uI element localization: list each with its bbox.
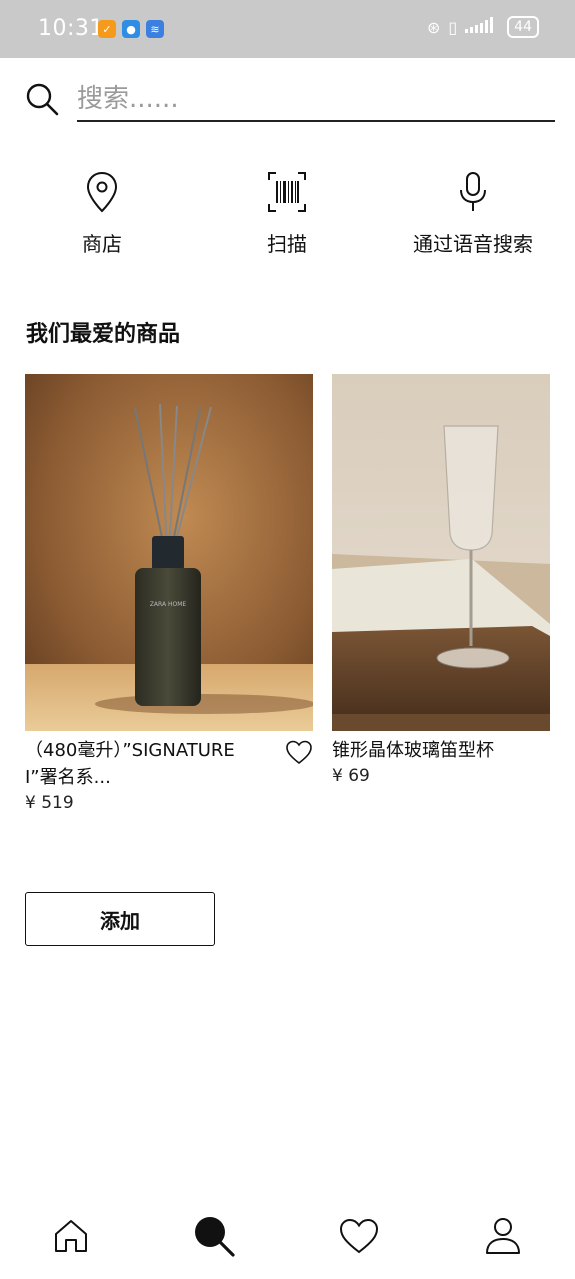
search-input[interactable] bbox=[77, 78, 555, 122]
shortcut-label: 通过语音搜索 bbox=[413, 232, 533, 256]
product-price: ¥ 519 bbox=[25, 793, 74, 813]
product-card[interactable]: ZARA HOME （480毫升）”SIGNATURE I”署名系... ¥ 5… bbox=[25, 374, 313, 813]
notification-icons: ✓ ● ≋ bbox=[98, 20, 164, 38]
nfc-icon: ⊛ bbox=[426, 17, 441, 37]
microphone-icon bbox=[460, 172, 486, 211]
champagne-flute-photo bbox=[332, 374, 550, 731]
shortcut-voice-search[interactable]: 通过语音搜索 bbox=[398, 170, 548, 257]
shortcut-scan[interactable]: 扫描 bbox=[247, 170, 327, 257]
heart-icon bbox=[339, 1218, 379, 1254]
status-indicators: ⊛ ▯ 44 bbox=[427, 16, 539, 38]
reed-diffuser-photo: ZARA HOME bbox=[25, 374, 313, 731]
product-name[interactable]: 锥形晶体玻璃笛型杯 bbox=[332, 737, 550, 764]
product-card[interactable]: 锥形晶体玻璃笛型杯 ¥ 69 bbox=[332, 374, 550, 786]
nav-home[interactable] bbox=[49, 1214, 93, 1258]
home-icon bbox=[55, 1220, 87, 1252]
bottom-navigation bbox=[0, 1200, 575, 1270]
product-name[interactable]: （480毫升）”SIGNATURE I”署名系... bbox=[25, 737, 265, 791]
status-bar: 10:31 ✓ ● ≋ ⊛ ▯ 44 bbox=[0, 0, 575, 58]
product-image[interactable] bbox=[332, 374, 550, 731]
add-button[interactable]: 添加 bbox=[25, 892, 215, 946]
shortcut-label: 商店 bbox=[82, 232, 122, 256]
product-price: ¥ 69 bbox=[332, 766, 370, 786]
user-icon bbox=[486, 1218, 520, 1254]
app-notification-icon: ● bbox=[122, 20, 140, 38]
nav-search[interactable] bbox=[192, 1214, 236, 1258]
search-icon bbox=[195, 1217, 235, 1257]
app-notification-icon: ✓ bbox=[98, 20, 116, 38]
wifi-app-icon: ≋ bbox=[146, 20, 164, 38]
favorites-title: 我们最爱的商品 bbox=[26, 322, 181, 347]
shortcut-label: 扫描 bbox=[267, 232, 307, 256]
barcode-scan-icon bbox=[268, 172, 306, 212]
nav-favorites[interactable] bbox=[337, 1214, 381, 1258]
battery-indicator: 44 bbox=[507, 16, 539, 38]
signal-icon bbox=[465, 17, 499, 37]
search-bar bbox=[25, 78, 556, 122]
svg-text:ZARA HOME: ZARA HOME bbox=[150, 601, 187, 608]
search-shortcuts: 商店 扫描 通过语音搜索 bbox=[0, 170, 575, 270]
heart-icon[interactable] bbox=[285, 739, 313, 765]
nav-account[interactable] bbox=[481, 1214, 525, 1258]
product-image[interactable]: ZARA HOME bbox=[25, 374, 313, 731]
shortcut-stores[interactable]: 商店 bbox=[62, 170, 142, 257]
search-icon bbox=[26, 83, 59, 116]
location-pin-icon bbox=[86, 171, 118, 213]
status-time: 10:31 bbox=[38, 16, 104, 41]
vibrate-icon: ▯ bbox=[448, 17, 458, 37]
